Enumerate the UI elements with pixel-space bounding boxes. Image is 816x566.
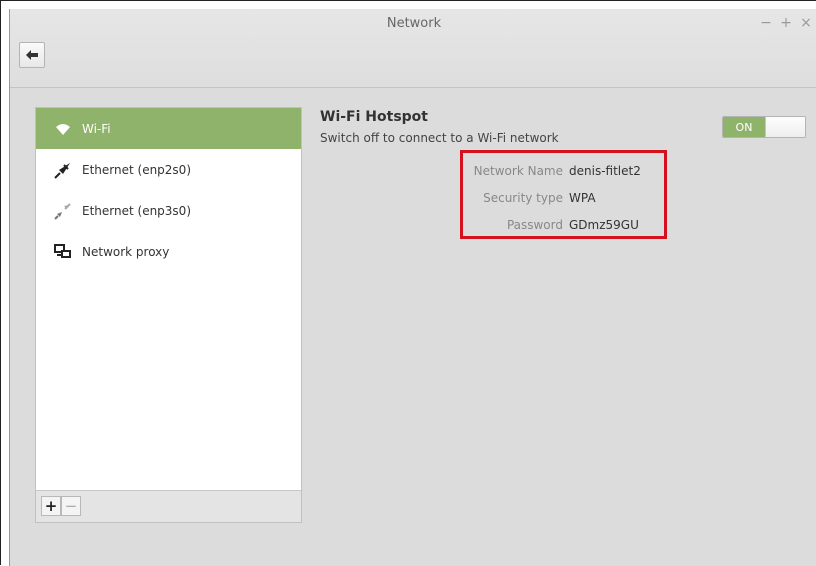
- toggle-on-label: ON: [723, 117, 765, 137]
- sidebar-item-label: Ethernet (enp3s0): [82, 203, 191, 218]
- sidebar-item-ethernet-enp2s0[interactable]: Ethernet (enp2s0): [36, 149, 301, 190]
- network-name-value: denis-fitlet2: [569, 164, 641, 178]
- ethernet-plug-connected-icon: [52, 159, 74, 181]
- hotspot-subtitle: Switch off to connect to a Wi-Fi network: [320, 131, 559, 145]
- sidebar-footer: + −: [36, 490, 301, 522]
- security-type-value: WPA: [569, 191, 596, 205]
- sidebar-item-label: Wi-Fi: [82, 121, 111, 136]
- toggle-knob[interactable]: [765, 117, 805, 137]
- close-button[interactable]: ×: [799, 15, 813, 31]
- back-arrow-icon: [26, 50, 38, 60]
- add-connection-button[interactable]: +: [41, 496, 61, 516]
- password-value: GDmz59GU: [569, 218, 639, 232]
- screenshot-frame: Network − + × Wi-Fi Ethernet (enp2s0) Et…: [0, 0, 816, 566]
- sidebar-item-wifi[interactable]: Wi-Fi: [36, 108, 301, 149]
- ethernet-plug-disconnected-icon: [52, 200, 74, 222]
- wifi-icon: [52, 118, 74, 140]
- connections-sidebar: Wi-Fi Ethernet (enp2s0) Ethernet (enp3s0…: [35, 107, 302, 523]
- sidebar-item-label: Network proxy: [82, 244, 170, 259]
- titlebar: Network − + ×: [10, 9, 816, 88]
- back-button[interactable]: [19, 42, 45, 68]
- remove-connection-button[interactable]: −: [61, 496, 81, 516]
- minimize-button[interactable]: −: [759, 15, 773, 31]
- window-title: Network: [386, 16, 442, 31]
- sidebar-item-network-proxy[interactable]: Network proxy: [36, 231, 301, 272]
- network-name-label: Network Name: [473, 164, 563, 178]
- sidebar-item-ethernet-enp3s0[interactable]: Ethernet (enp3s0): [36, 190, 301, 231]
- hotspot-toggle[interactable]: ON: [722, 116, 806, 138]
- sidebar-item-label: Ethernet (enp2s0): [82, 162, 191, 177]
- hotspot-details-highlight: Network Name denis-fitlet2 Security type…: [460, 150, 667, 239]
- network-proxy-icon: [52, 241, 74, 263]
- maximize-button[interactable]: +: [779, 15, 793, 31]
- security-type-label: Security type: [483, 191, 563, 205]
- network-window: Network − + × Wi-Fi Ethernet (enp2s0) Et…: [9, 9, 816, 566]
- password-label: Password: [506, 218, 563, 232]
- hotspot-title: Wi-Fi Hotspot: [320, 109, 428, 125]
